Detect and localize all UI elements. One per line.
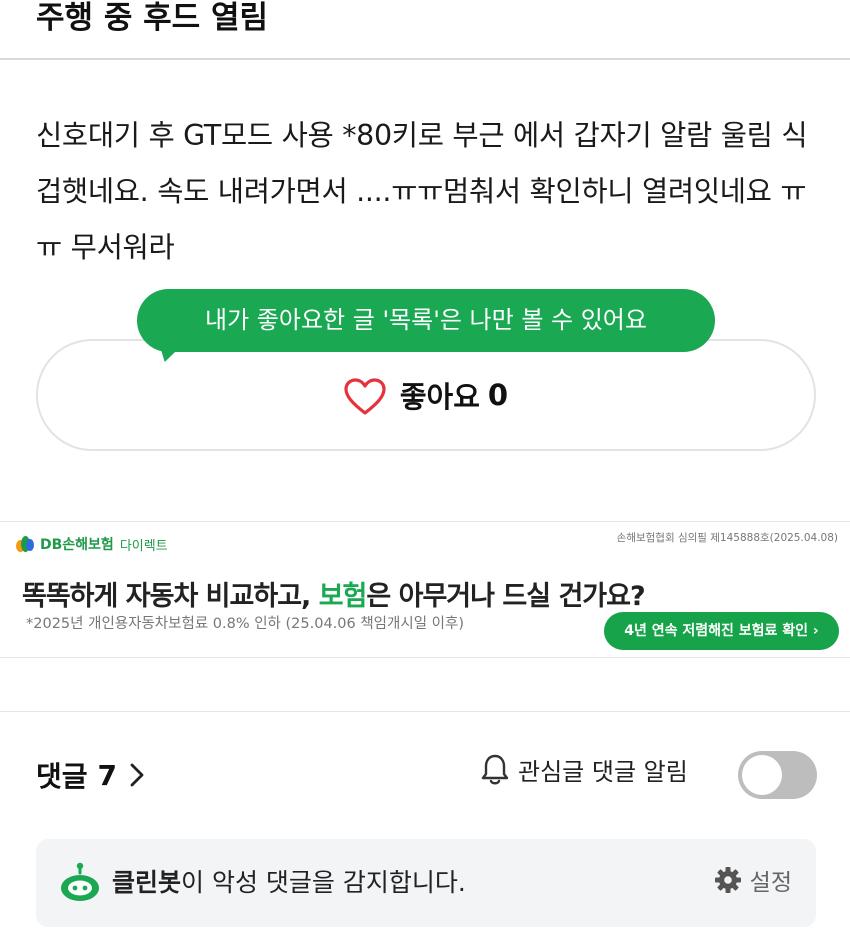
post-body: 신호대기 후 GT모드 사용 *80키로 부근 에서 갑자기 알람 울림 식겁햇… bbox=[36, 119, 808, 264]
comment-notify: 관심글 댓글 알림 bbox=[480, 752, 688, 787]
comments-link[interactable]: 댓글 7 bbox=[36, 755, 145, 795]
settings-label: 설정 bbox=[749, 870, 792, 896]
comment-notify-toggle[interactable] bbox=[738, 751, 817, 799]
like-list-tooltip: 내가 좋아요한 글 '목록'은 나만 볼 수 있어요 bbox=[137, 289, 715, 352]
cleanbot-text: 클린봇이 악성 댓글을 감지합니다. bbox=[112, 863, 466, 903]
notify-label: 관심글 댓글 알림 bbox=[518, 758, 688, 786]
section-divider bbox=[0, 711, 850, 712]
ad-brand: DB손해보험 bbox=[40, 537, 114, 553]
comments-label: 댓글 bbox=[36, 760, 88, 793]
chevron-right-icon bbox=[130, 763, 144, 787]
cleanbot-message: 이 악성 댓글을 감지합니다. bbox=[181, 868, 466, 897]
ad-headline: 똑똑하게 자동차 비교하고, 보험은 아무거나 드실 건가요? bbox=[22, 574, 646, 613]
post-title: 주행 중 후드 열림 bbox=[36, 0, 269, 36]
heart-icon bbox=[344, 378, 386, 415]
cleanbot-icon bbox=[61, 862, 99, 901]
ad-approval-text: 손해보험협회 심의필 제145888호(2025.04.08) bbox=[616, 532, 838, 544]
cleanbot-settings-button[interactable]: 설정 bbox=[714, 863, 792, 897]
ad-note: *2025년 개인용자동차보험료 0.8% 인하 (25.04.06 책임개시일… bbox=[26, 616, 464, 632]
ad-brand-sub: 다이렉트 bbox=[119, 538, 168, 554]
gear-icon bbox=[714, 867, 741, 893]
cleanbot-name: 클린봇 bbox=[112, 868, 182, 897]
toggle-knob bbox=[742, 755, 782, 795]
like-count: 0 bbox=[487, 378, 509, 412]
db-logo-icon bbox=[16, 534, 36, 554]
cleanbot-banner: 클린봇이 악성 댓글을 감지합니다. 설정 bbox=[36, 839, 816, 927]
ad-headline-part2: 은 아무거나 드실 건가요? bbox=[366, 581, 645, 612]
like-button[interactable]: 좋아요 0 bbox=[36, 339, 816, 451]
ad-headline-part1: 똑똑하게 자동차 비교하고, bbox=[22, 581, 319, 612]
ad-cta-button[interactable]: 4년 연속 저렴해진 보험료 확인 › bbox=[604, 612, 839, 650]
ad-logo: DB손해보험 다이렉트 bbox=[16, 534, 168, 554]
like-label: 좋아요 bbox=[399, 380, 480, 414]
ad-headline-highlight: 보험 bbox=[318, 581, 368, 612]
title-divider bbox=[0, 58, 850, 60]
bell-icon bbox=[481, 754, 509, 784]
comments-count: 7 bbox=[97, 758, 118, 792]
